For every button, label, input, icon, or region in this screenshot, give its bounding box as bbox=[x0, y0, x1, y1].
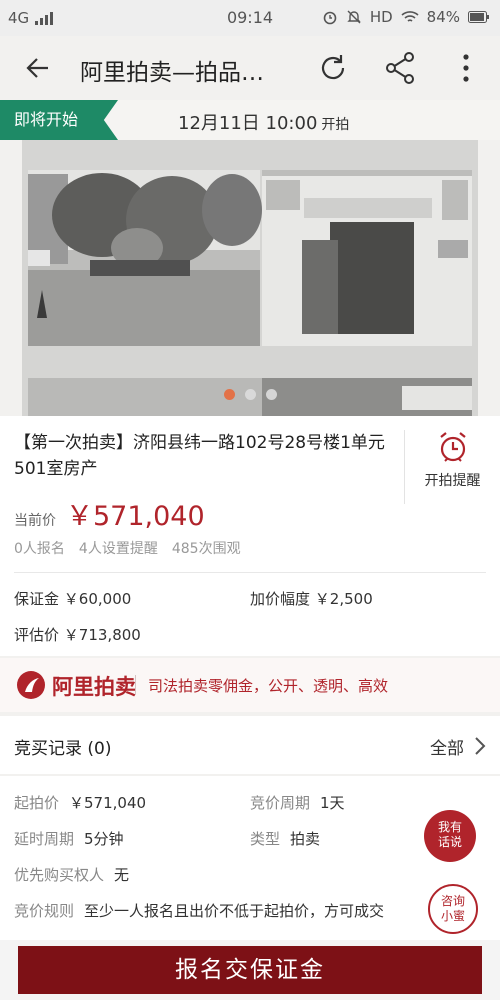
chevron-right-icon bbox=[475, 737, 486, 755]
lot-title: 【第一次拍卖】济阳县纬一路102号28号楼1单元501室房产 bbox=[14, 433, 385, 479]
auction-details: 起拍价 ￥571,040 竞价周期 1天 延时周期 5分钟 类型 拍卖 优先购买权人无 … bbox=[0, 776, 500, 940]
more-options-icon[interactable] bbox=[456, 50, 476, 86]
carousel-dot[interactable] bbox=[223, 389, 235, 400]
current-price-row: 当前价 ￥571,040 bbox=[14, 494, 205, 533]
bid-increment: 加价幅度 ￥2,500 bbox=[250, 590, 373, 608]
auction-type: 类型 拍卖 bbox=[250, 830, 321, 848]
view-count: 485次围观 bbox=[171, 541, 241, 557]
signup-count: 0人报名 bbox=[14, 541, 65, 557]
alarm-clock-icon bbox=[439, 432, 466, 462]
bidding-rule: 竞价规则 至少一人报名且出价不低于起拍价，方可成交 bbox=[14, 902, 385, 920]
brand-name: 阿里拍卖 bbox=[52, 675, 136, 699]
view-all-link[interactable]: 全部 bbox=[430, 734, 464, 759]
deposit: 保证金 ￥60,000 bbox=[14, 590, 132, 608]
mute-bell-icon bbox=[347, 10, 361, 24]
back-arrow-icon[interactable] bbox=[22, 52, 54, 84]
bid-records-row[interactable]: 竞买记录 (0) 全部 bbox=[0, 716, 500, 774]
start-price: 起拍价 ￥571,040 bbox=[14, 794, 147, 812]
hd-indicator: HD bbox=[369, 8, 393, 26]
carousel-dot[interactable] bbox=[265, 389, 277, 400]
alarm-icon bbox=[323, 11, 337, 25]
page-title: 阿里拍卖—拍品… bbox=[80, 60, 264, 86]
carousel-indicators bbox=[22, 389, 478, 400]
ali-auction-logo-icon bbox=[17, 671, 45, 699]
bid-records-title: 竞买记录 (0) bbox=[14, 739, 112, 759]
lot-photo-carousel[interactable] bbox=[22, 140, 478, 416]
lot-photo bbox=[22, 140, 478, 416]
status-badge: 即将开始 bbox=[0, 100, 118, 140]
start-time: 12月11日 10:00 开拍 bbox=[178, 113, 350, 134]
register-deposit-button[interactable]: 报名交保证金 bbox=[18, 946, 482, 994]
battery-percent: 84% bbox=[426, 8, 460, 26]
divider bbox=[14, 572, 486, 573]
divider bbox=[135, 675, 136, 695]
reminder-label: 开拍提醒 bbox=[424, 473, 481, 489]
bidding-cycle: 竞价周期 1天 bbox=[250, 794, 345, 812]
bottom-action-bar: 报名交保证金 bbox=[0, 940, 500, 1000]
start-reminder-button[interactable]: 开拍提醒 bbox=[404, 430, 500, 504]
ali-auction-brand-strip: 阿里拍卖 司法拍卖零佣金，公开、透明、高效 bbox=[0, 658, 500, 712]
current-price: ￥571,040 bbox=[66, 501, 205, 532]
share-icon[interactable] bbox=[384, 50, 416, 86]
lot-info-card: 【第一次拍卖】济阳县纬一路102号28号楼1单元501室房产 开拍提醒 当前价 … bbox=[0, 416, 500, 656]
consult-assistant-button[interactable]: 咨询小蜜 bbox=[428, 884, 478, 934]
appraisal-price: 评估价 ￥713,800 bbox=[14, 626, 141, 644]
extension-cycle: 延时周期 5分钟 bbox=[14, 830, 124, 848]
priority-buyer: 优先购买权人无 bbox=[14, 866, 130, 884]
carousel-dot[interactable] bbox=[244, 389, 256, 400]
wifi-icon bbox=[401, 11, 419, 22]
lot-stats: 0人报名 4人设置提醒 485次围观 bbox=[14, 538, 241, 558]
status-bar: 4G 09:14 HD 84% bbox=[0, 0, 500, 36]
reminder-count: 4人设置提醒 bbox=[78, 541, 158, 557]
brand-slogan: 司法拍卖零佣金，公开、透明、高效 bbox=[148, 677, 389, 695]
refresh-icon[interactable] bbox=[316, 51, 350, 85]
feedback-button[interactable]: 我有话说 bbox=[424, 810, 476, 862]
title-bar: 阿里拍卖—拍品… bbox=[0, 36, 500, 100]
battery-icon bbox=[468, 11, 489, 23]
auction-start-banner: 即将开始 12月11日 10:00 开拍 bbox=[0, 100, 500, 140]
current-price-label: 当前价 bbox=[14, 513, 56, 529]
